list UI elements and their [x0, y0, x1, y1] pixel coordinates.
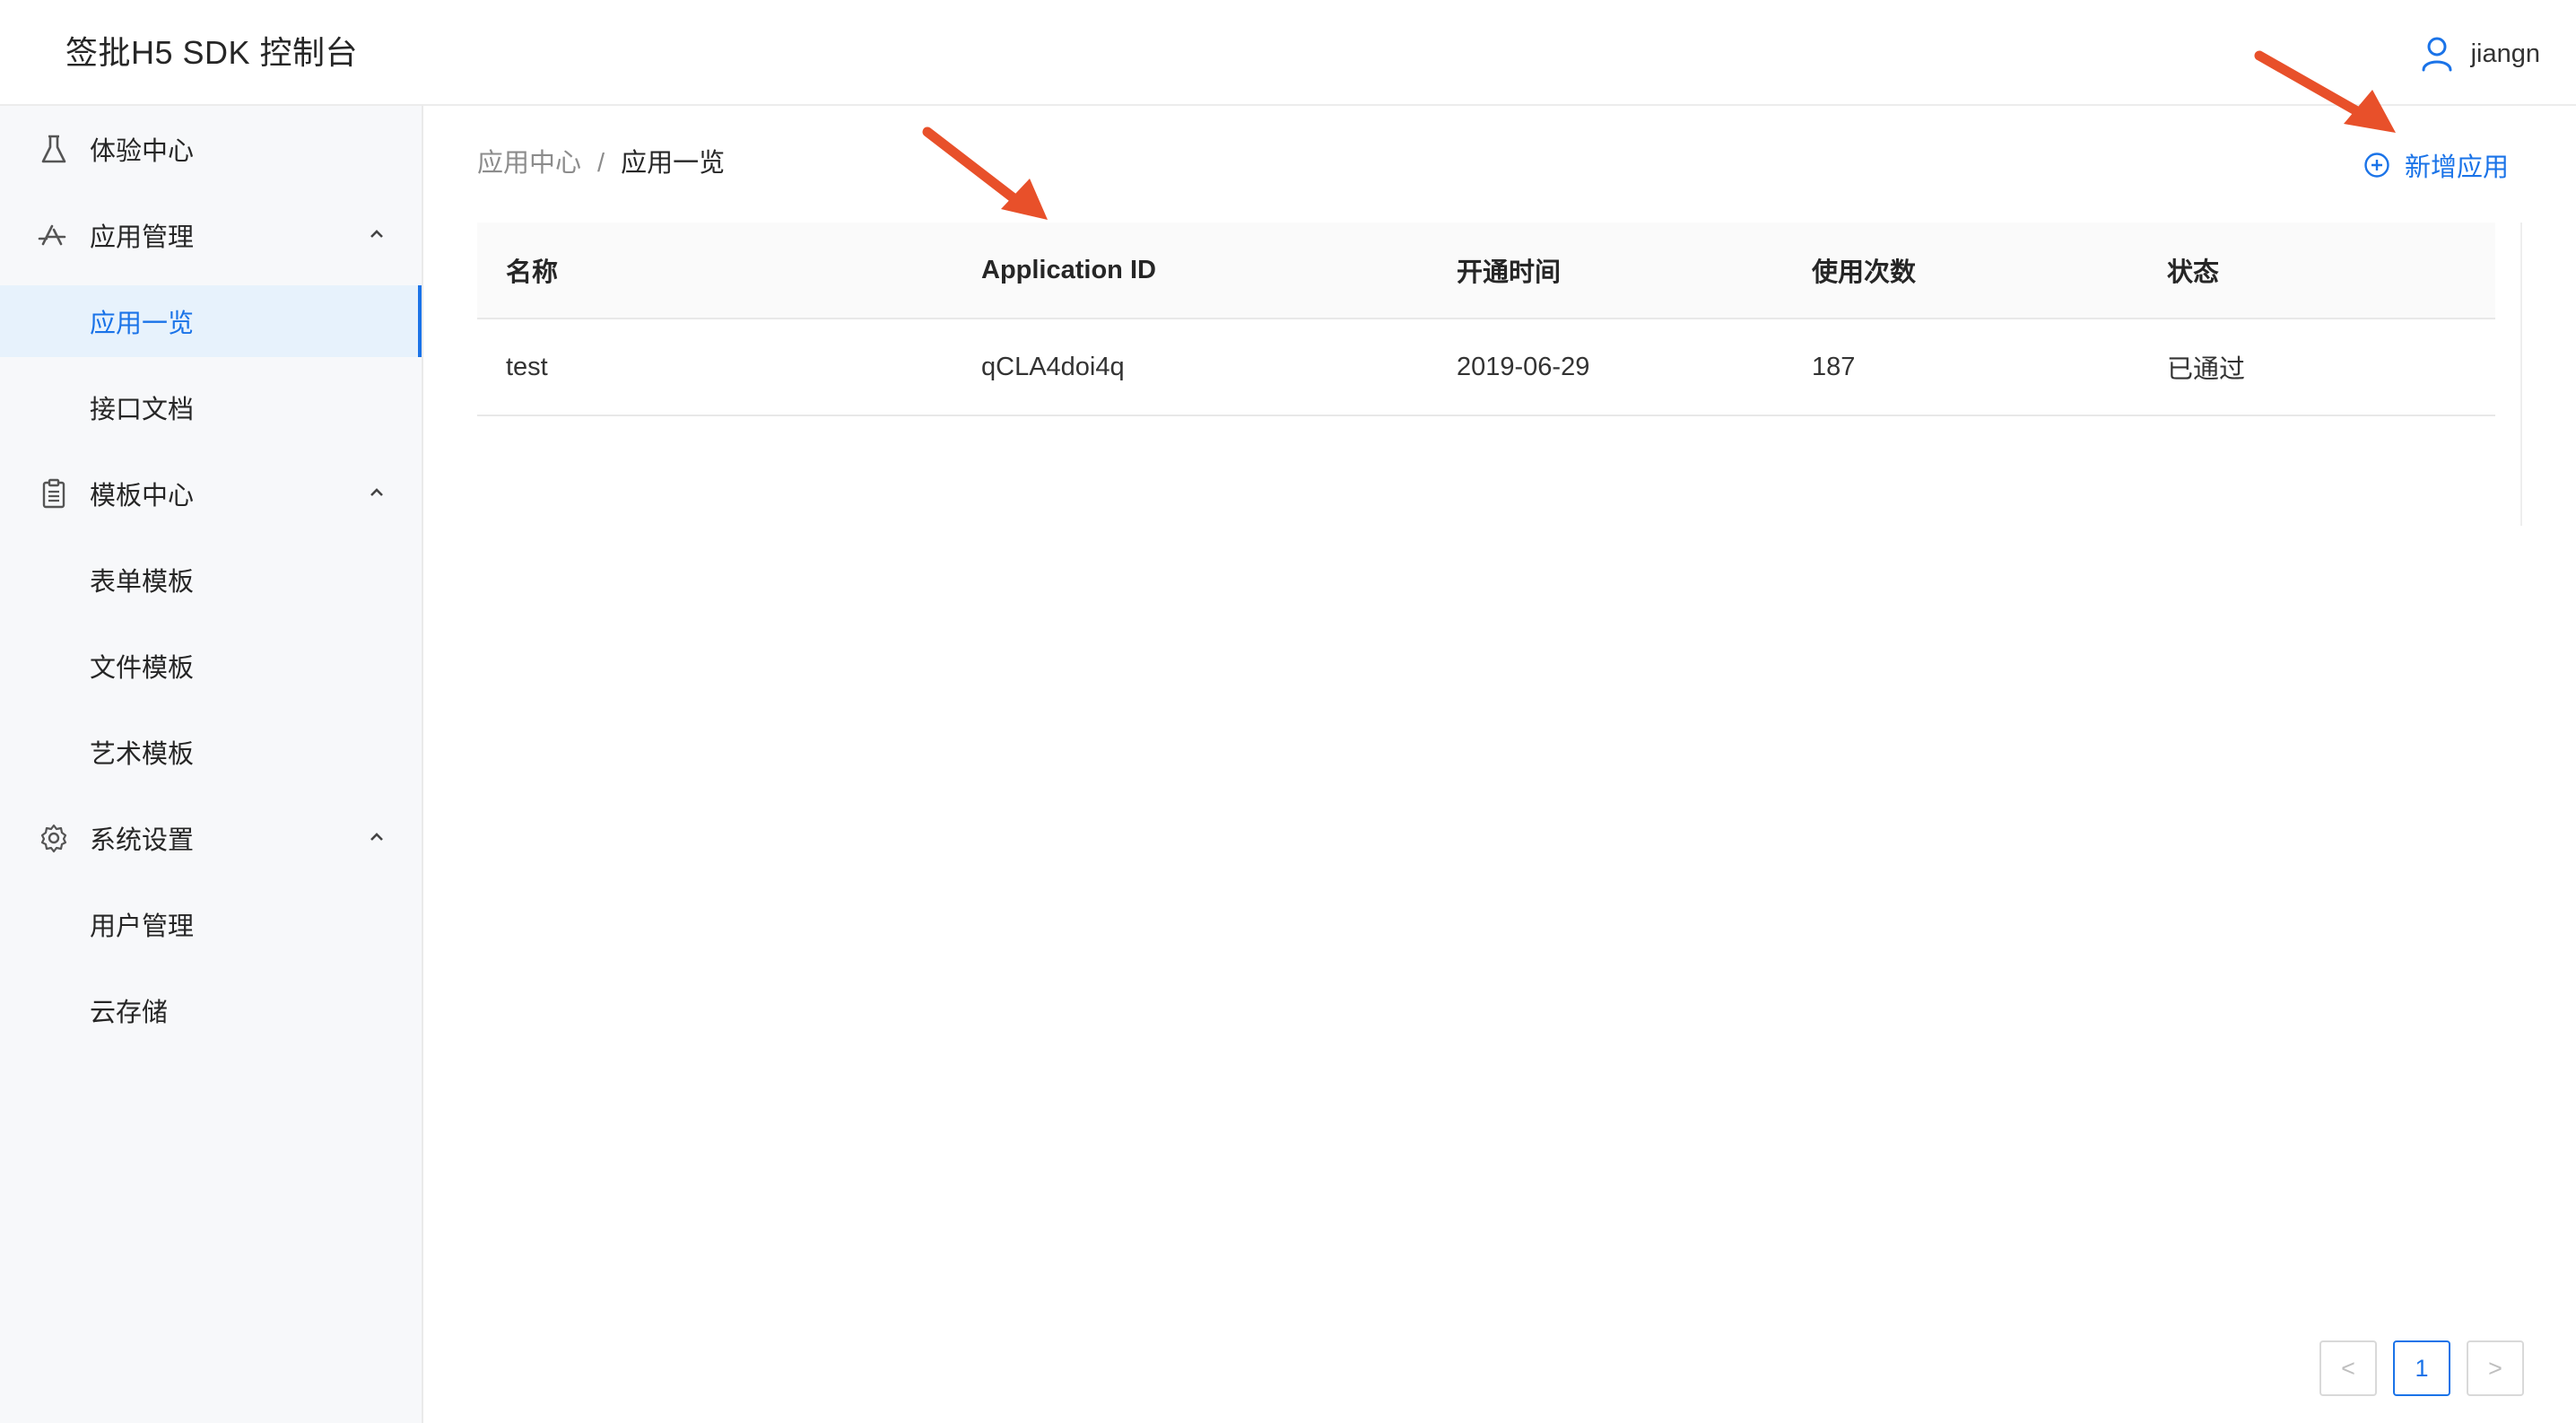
breadcrumb-parent[interactable]: 应用中心	[477, 149, 581, 178]
applications-table: 名称 Application ID 开通时间 使用次数 状态 test qCLA…	[477, 223, 2522, 526]
sidebar-item-experience-center[interactable]: 体验中心	[0, 113, 422, 185]
plus-circle-icon	[2363, 152, 2390, 179]
username: jiangn	[2470, 39, 2540, 68]
flask-icon	[38, 133, 70, 165]
next-page-button[interactable]: >	[2467, 1340, 2524, 1396]
column-header-application-id: Application ID	[981, 255, 1156, 284]
sidebar-group-system-settings[interactable]: 系统设置	[0, 802, 422, 874]
sidebar-item-label: 应用管理	[90, 223, 195, 252]
clipboard-icon	[38, 477, 70, 510]
page-1-button[interactable]: 1	[2393, 1340, 2450, 1396]
sidebar-item-api-docs[interactable]: 接口文档	[0, 371, 422, 443]
user-icon	[2421, 36, 2453, 72]
pagination: < 1 >	[2319, 1340, 2524, 1396]
sidebar-item-label: 云存储	[90, 999, 169, 1027]
sidebar-item-label: 艺术模板	[90, 740, 195, 769]
table-row[interactable]: test qCLA4doi4q 2019-06-29 187 已通过	[477, 319, 2495, 416]
sidebar-item-form-templates[interactable]: 表单模板	[0, 544, 422, 615]
chevron-up-icon	[366, 825, 387, 847]
chevron-up-icon	[366, 481, 387, 502]
sidebar-item-label: 用户管理	[90, 912, 195, 941]
chevron-up-icon	[366, 223, 387, 244]
cell-usage-count: 187	[1812, 352, 1856, 381]
sidebar-item-user-management[interactable]: 用户管理	[0, 888, 422, 960]
sidebar-group-app-management[interactable]: 应用管理	[0, 199, 422, 271]
sidebar-item-cloud-storage[interactable]: 云存储	[0, 974, 422, 1046]
breadcrumb-current: 应用一览	[621, 149, 726, 178]
app-store-icon	[38, 219, 70, 251]
sidebar-item-label: 模板中心	[90, 482, 195, 511]
column-header-open-time: 开通时间	[1457, 258, 1562, 287]
add-application-label: 新增应用	[2404, 153, 2509, 182]
main-content: 应用中心 / 应用一览 新增应用 名称 Application ID 开通时间 使用…	[425, 106, 2576, 1423]
column-header-status: 状态	[2167, 258, 2220, 287]
sidebar-item-label: 系统设置	[90, 826, 195, 855]
cell-name: test	[506, 352, 548, 381]
sidebar-item-label: 体验中心	[90, 137, 195, 166]
column-header-name: 名称	[506, 258, 559, 287]
add-application-button[interactable]: 新增应用	[2363, 145, 2509, 185]
cell-status: 已通过	[2167, 355, 2246, 384]
sidebar: 体验中心 应用管理 应用一览 接口文档 模板中心 表单模板 文件模板 艺术模板 …	[0, 106, 423, 1423]
breadcrumb-separator: /	[597, 149, 605, 178]
sidebar-item-label: 文件模板	[90, 654, 195, 683]
cell-application-id: qCLA4doi4q	[981, 352, 1125, 381]
breadcrumb: 应用中心 / 应用一览	[477, 144, 725, 183]
top-header: 签批H5 SDK 控制台 jiangn	[0, 0, 2576, 106]
sidebar-item-app-list[interactable]: 应用一览	[0, 285, 422, 357]
app-title: 签批H5 SDK 控制台	[65, 34, 359, 71]
sidebar-item-label: 应用一览	[90, 310, 195, 338]
table-header: 名称 Application ID 开通时间 使用次数 状态	[477, 223, 2495, 319]
sidebar-item-label: 接口文档	[90, 396, 195, 424]
sidebar-item-art-templates[interactable]: 艺术模板	[0, 716, 422, 788]
sidebar-item-file-templates[interactable]: 文件模板	[0, 630, 422, 702]
prev-page-button[interactable]: <	[2319, 1340, 2377, 1396]
cell-open-time: 2019-06-29	[1457, 352, 1590, 381]
user-menu[interactable]: jiangn	[2421, 32, 2540, 75]
gear-icon	[38, 822, 70, 854]
sidebar-group-template-center[interactable]: 模板中心	[0, 458, 422, 529]
sidebar-item-label: 表单模板	[90, 568, 195, 597]
column-header-usage-count: 使用次数	[1812, 258, 1917, 287]
